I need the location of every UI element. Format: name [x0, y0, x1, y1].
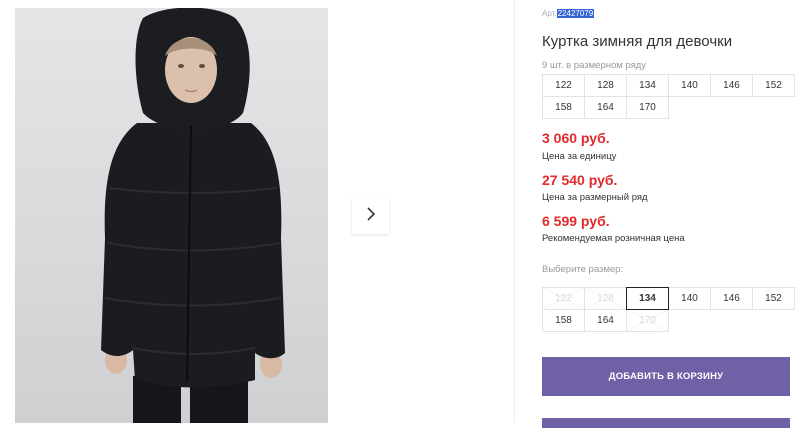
size-option-128: 128: [584, 287, 627, 310]
size-selector: 122 128 134 140 146 152 158 164 170: [542, 287, 795, 332]
article-code: 22427079: [556, 9, 595, 18]
unit-price: 3 060 руб.: [542, 130, 610, 146]
range-price: 27 540 руб.: [542, 172, 618, 188]
secondary-button[interactable]: [542, 418, 790, 428]
size-range-cell: 170: [626, 96, 669, 119]
column-divider: [514, 0, 515, 423]
size-option-170: 170: [626, 309, 669, 332]
product-photo: [15, 8, 328, 423]
size-option-146[interactable]: 146: [710, 287, 753, 310]
size-option-122: 122: [542, 287, 585, 310]
product-title: Куртка зимняя для девочки: [542, 33, 733, 50]
size-option-140[interactable]: 140: [668, 287, 711, 310]
pack-info: 9 шт. в размерном ряду: [542, 60, 647, 71]
size-range-cell: 140: [668, 74, 711, 97]
retail-price: 6 599 руб.: [542, 213, 610, 229]
range-price-label: Цена за размерный ряд: [542, 192, 648, 203]
jacket-illustration: [101, 8, 285, 423]
gallery-next-button[interactable]: [352, 197, 389, 234]
article-prefix: Арт.: [542, 9, 557, 18]
size-range-cell: 122: [542, 74, 585, 97]
size-option-164[interactable]: 164: [584, 309, 627, 332]
size-option-158[interactable]: 158: [542, 309, 585, 332]
size-range-cell: 164: [584, 96, 627, 119]
add-to-cart-button[interactable]: ДОБАВИТЬ В КОРЗИНУ: [542, 357, 790, 396]
size-range-grid: 122 128 134 140 146 152 158 164 170: [542, 74, 795, 119]
size-range-cell: 152: [752, 74, 795, 97]
unit-price-label: Цена за единицу: [542, 151, 617, 162]
size-range-cell: 158: [542, 96, 585, 119]
size-option-152[interactable]: 152: [752, 287, 795, 310]
size-option-134[interactable]: 134: [626, 287, 669, 310]
size-select-label: Выберите размер:: [542, 264, 624, 275]
chevron-right-icon: [365, 206, 377, 225]
article-number: Арт.22427079: [542, 9, 595, 18]
retail-price-label: Рекомендуемая розничная цена: [542, 233, 685, 244]
size-range-cell: 134: [626, 74, 669, 97]
size-range-cell: 146: [710, 74, 753, 97]
size-range-cell: 128: [584, 74, 627, 97]
